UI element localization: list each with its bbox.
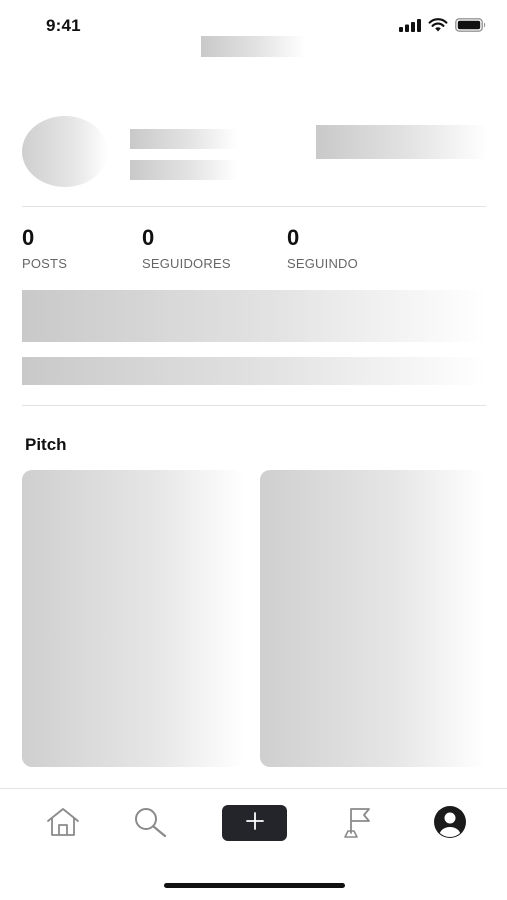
tab-create-button[interactable]	[222, 805, 287, 841]
search-icon	[132, 806, 168, 843]
tab-bar	[0, 788, 507, 858]
cellular-signal-icon	[399, 18, 421, 37]
stat-posts[interactable]: 0 POSTS	[22, 226, 67, 272]
handle-skeleton	[130, 160, 238, 180]
plus-icon	[245, 811, 264, 835]
tab-flag[interactable]	[340, 805, 374, 843]
avatar-skeleton	[22, 116, 108, 187]
profile-action-skeleton	[316, 125, 488, 159]
bio-skeleton	[22, 357, 486, 385]
pitch-card-skeleton[interactable]	[22, 470, 244, 767]
pitch-card-skeleton[interactable]	[260, 470, 486, 767]
tab-home[interactable]	[44, 805, 82, 843]
stat-following[interactable]: 0 SEGUINDO	[287, 226, 358, 272]
stat-label: SEGUINDO	[287, 256, 358, 271]
stat-label: SEGUIDORES	[142, 256, 231, 271]
wifi-icon	[428, 18, 448, 37]
section-title: Pitch	[25, 435, 67, 454]
status-icons	[399, 18, 487, 37]
status-time: 9:41	[46, 16, 81, 35]
profile-icon	[433, 805, 467, 844]
stat-followers[interactable]: 0 SEGUIDORES	[142, 226, 231, 272]
home-icon	[45, 807, 81, 842]
title-skeleton	[201, 36, 305, 57]
stat-label: POSTS	[22, 256, 68, 271]
divider	[22, 405, 486, 406]
battery-icon	[455, 18, 487, 37]
tab-search[interactable]	[130, 805, 170, 843]
home-indicator	[164, 883, 345, 888]
flag-icon	[342, 806, 372, 843]
tab-profile[interactable]	[432, 805, 468, 843]
bio-skeleton	[22, 290, 486, 342]
stat-value: 0	[142, 225, 155, 250]
divider	[22, 206, 486, 207]
stat-value: 0	[287, 225, 300, 250]
name-skeleton	[130, 129, 238, 149]
stat-value: 0	[22, 225, 35, 250]
